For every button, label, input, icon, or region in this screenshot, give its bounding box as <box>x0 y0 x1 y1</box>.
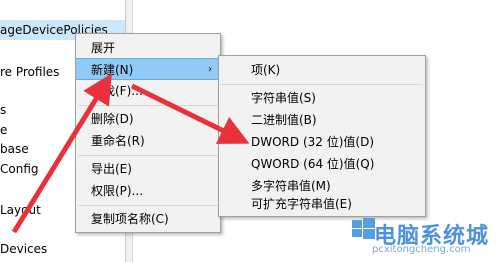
menu-item-delete[interactable]: 删除(D) <box>76 108 220 130</box>
menu-item-rename[interactable]: 重命名(R) <box>76 130 220 152</box>
tree-item[interactable]: Devices <box>0 241 47 257</box>
menu-item-expand[interactable]: 展开 <box>76 37 220 59</box>
submenu-item-string-value[interactable]: 字符串值(S) <box>219 87 425 109</box>
menu-item-label: 新建(N) <box>91 63 134 77</box>
menu-item-export[interactable]: 导出(E) <box>76 158 220 180</box>
tree-item[interactable]: Layout <box>0 202 41 218</box>
submenu-item-label: DWORD (32 位)值(D) <box>251 135 374 149</box>
submenu-item-label: 二进制值(B) <box>251 113 317 127</box>
menu-item-label: 重命名(R) <box>91 134 145 148</box>
submenu-item-binary-value[interactable]: 二进制值(B) <box>219 109 425 131</box>
submenu-item-key[interactable]: 项(K) <box>219 59 425 81</box>
submenu-item-label: 项(K) <box>251 63 281 77</box>
chevron-right-icon: › <box>208 64 212 75</box>
tree-item[interactable]: s <box>0 102 6 118</box>
menu-item-label: 复制项名称(C) <box>91 212 169 226</box>
menu-item-label: 展开 <box>91 41 116 55</box>
menu-separator <box>78 105 218 106</box>
tree-item[interactable]: re Profiles <box>0 64 59 80</box>
submenu-item-dword-value[interactable]: DWORD (32 位)值(D) <box>219 131 425 153</box>
menu-separator <box>221 84 423 85</box>
submenu-item-label: QWORD (64 位)值(Q) <box>251 157 375 171</box>
menu-item-copy-key-name[interactable]: 复制项名称(C) <box>76 208 220 230</box>
menu-item-permissions[interactable]: 权限(P)... <box>76 180 220 202</box>
submenu-item-label: 字符串值(S) <box>251 91 316 105</box>
submenu-item-qword-value[interactable]: QWORD (64 位)值(Q) <box>219 153 425 175</box>
tree-item[interactable]: Config <box>0 161 39 177</box>
tree-item[interactable]: e <box>0 122 7 138</box>
menu-item-label: 权限(P)... <box>91 184 144 198</box>
context-menu: 展开 新建(N) › 查找(F)... 删除(D) 重命名(R) 导出(E) 权… <box>75 33 221 233</box>
menu-separator <box>78 155 218 156</box>
watermark: 电脑系统城 pcxitongcheng.com <box>350 210 500 262</box>
menu-item-label: 删除(D) <box>91 112 134 126</box>
menu-item-label: 查找(F)... <box>91 84 143 98</box>
menu-item-label: 导出(E) <box>91 162 132 176</box>
menu-item-find[interactable]: 查找(F)... <box>76 80 220 102</box>
watermark-url: pcxitongcheng.com <box>372 244 471 255</box>
menu-separator <box>78 205 218 206</box>
tree-item[interactable]: base <box>0 141 29 157</box>
menu-item-new[interactable]: 新建(N) › <box>76 58 220 80</box>
submenu-item-label: 可扩充字符串值(E) <box>251 197 352 211</box>
submenu-item-label: 多字符串值(M) <box>251 179 331 193</box>
new-submenu: 项(K) 字符串值(S) 二进制值(B) DWORD (32 位)值(D) QW… <box>218 55 426 217</box>
